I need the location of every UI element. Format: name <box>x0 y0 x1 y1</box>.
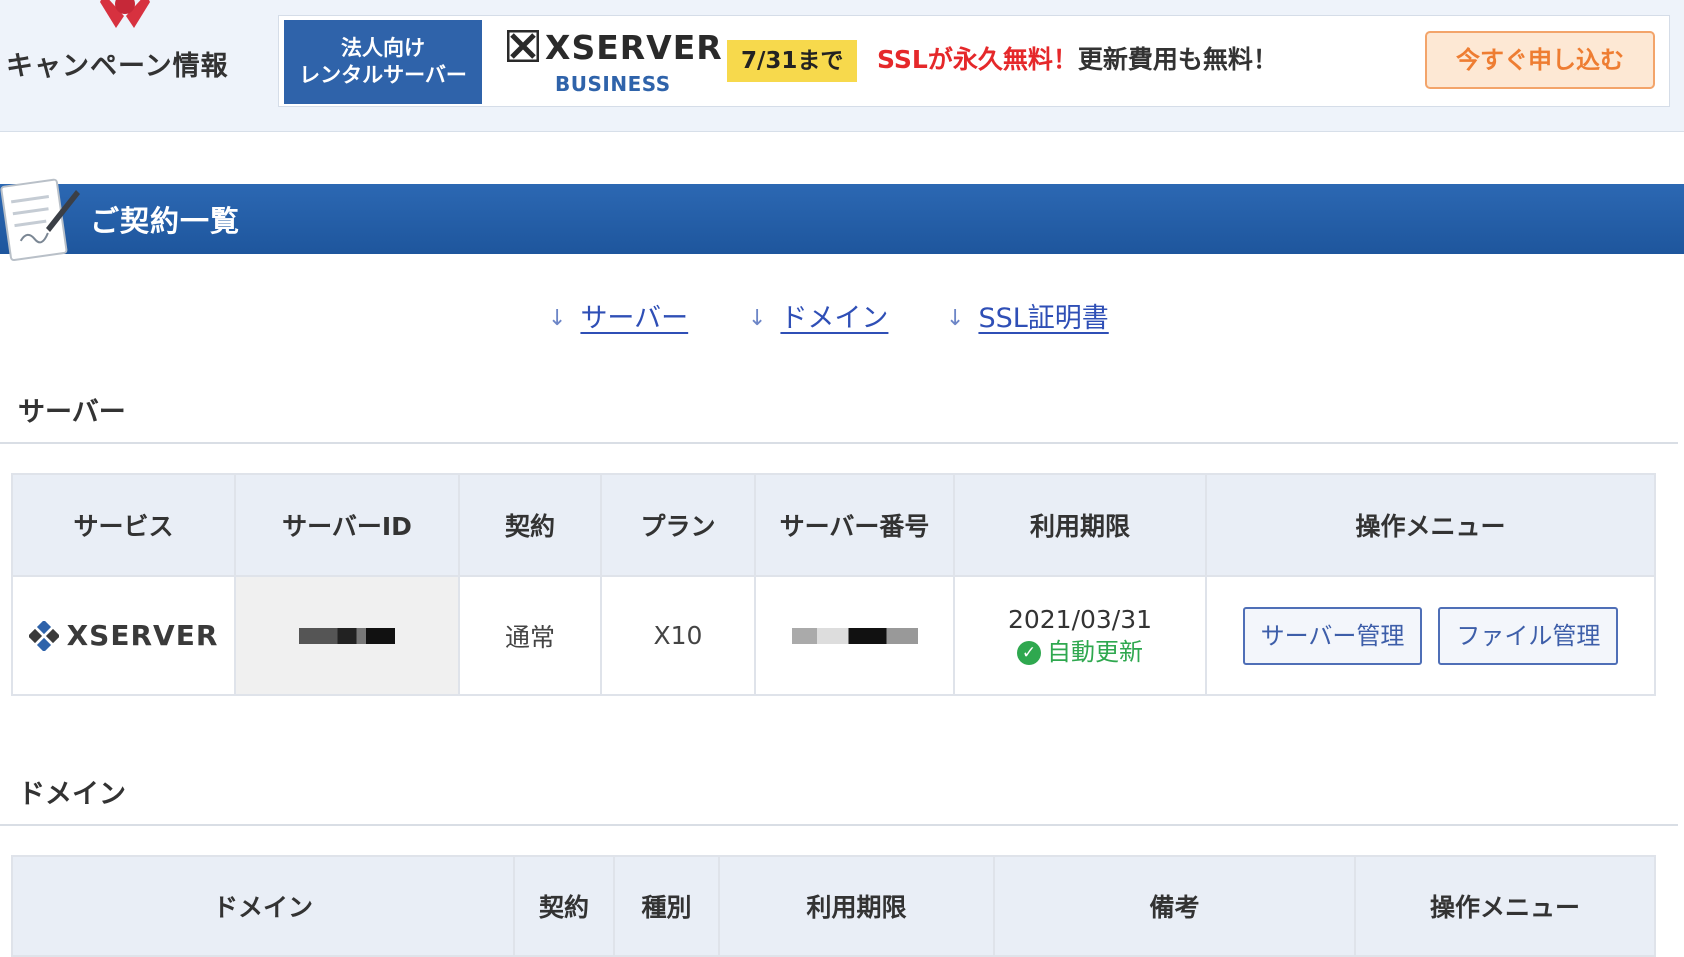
banner-tag-line2: レンタルサーバー <box>299 63 467 87</box>
service-cell: XSERVER <box>11 575 236 696</box>
column-header: ドメイン <box>11 855 515 957</box>
campaign-area: キャンペーン情報 法人向け レンタルサーバー XSERVER BUSINESS … <box>0 0 1684 132</box>
column-header: 契約 <box>458 473 602 577</box>
column-header: プラン <box>600 473 756 577</box>
anchor-link-label[interactable]: SSL証明書 <box>978 303 1108 334</box>
column-header: 契約 <box>513 855 615 957</box>
brand-sub: BUSINESS <box>555 72 671 96</box>
column-header: 利用期限 <box>718 855 995 957</box>
column-header: サービス <box>11 473 236 577</box>
date-badge: 7/31まで <box>727 40 858 82</box>
server-number-cell-masked <box>754 575 955 696</box>
server-section-title: サーバー <box>18 397 126 428</box>
auto-renew-status: ✓ 自動更新 <box>955 636 1205 668</box>
table-row: XSERVER 通常 X10 2021/03/31 ✓ 自動更新 サーバー管理 フ… <box>11 575 1656 696</box>
column-header: 種別 <box>613 855 720 957</box>
xserver-business-logo: XSERVER BUSINESS <box>507 26 722 96</box>
promo-text: SSLが永久無料！更新費用も無料！ <box>877 42 1278 78</box>
service-name: XSERVER <box>66 619 219 652</box>
arrow-down-icon: ↓ <box>748 306 767 331</box>
campaign-label: キャンペーン情報 <box>6 51 229 82</box>
auto-renew-label: 自動更新 <box>1047 637 1143 666</box>
banner-tag-line1: 法人向け <box>341 36 425 60</box>
anchor-link-domain[interactable]: ↓ ドメイン <box>748 296 888 336</box>
promo-dark: 更新費用も無料！ <box>1077 45 1278 74</box>
campaign-banner[interactable]: 法人向け レンタルサーバー XSERVER BUSINESS 7/31まで SS… <box>278 15 1670 107</box>
domain-table: ドメイン 契約 種別 利用期限 備考 操作メニュー <box>11 855 1656 957</box>
expiry-date: 2021/03/31 <box>1007 604 1153 634</box>
apply-now-button[interactable]: 今すぐ申し込む <box>1425 31 1655 89</box>
server-manage-button[interactable]: サーバー管理 <box>1242 606 1423 665</box>
contract-document-icon <box>0 178 80 261</box>
section-divider <box>0 442 1678 444</box>
banner-tag: 法人向け レンタルサーバー <box>284 20 482 104</box>
section-divider <box>0 824 1678 826</box>
contract-cell: 通常 <box>458 575 602 696</box>
column-header: サーバー番号 <box>754 473 955 577</box>
contracts-heading-bar: ご契約一覧 <box>0 184 1684 254</box>
check-circle-icon: ✓ <box>1017 640 1041 665</box>
xserver-x-icon <box>507 30 539 62</box>
operation-menu-cell: サーバー管理 ファイル管理 <box>1205 575 1656 696</box>
server-id-cell-masked <box>234 575 460 696</box>
anchor-link-server[interactable]: ↓ サーバー <box>548 296 688 336</box>
xserver-diamond-icon <box>28 620 59 651</box>
column-header: 利用期限 <box>953 473 1207 577</box>
server-table: サービス サーバーID 契約 プラン サーバー番号 利用期限 操作メニュー XS… <box>11 473 1656 696</box>
redacted-mask <box>299 628 395 644</box>
promo-red: SSLが永久無料！ <box>877 45 1078 74</box>
table-header-row: ドメイン 契約 種別 利用期限 備考 操作メニュー <box>11 855 1656 957</box>
page-title: ご契約一覧 <box>90 204 241 238</box>
anchor-link-label[interactable]: ドメイン <box>780 303 888 334</box>
ribbon-icon <box>100 0 150 28</box>
brand-word: XSERVER <box>545 28 723 67</box>
column-header: サーバーID <box>234 473 460 577</box>
anchor-link-label[interactable]: サーバー <box>580 303 688 334</box>
plan-cell: X10 <box>600 575 756 696</box>
anchor-link-ssl[interactable]: ↓ SSL証明書 <box>946 296 1109 336</box>
file-manage-button[interactable]: ファイル管理 <box>1438 606 1619 665</box>
column-header: 操作メニュー <box>1205 473 1656 577</box>
domain-section-title: ドメイン <box>18 779 126 810</box>
table-header-row: サービス サーバーID 契約 プラン サーバー番号 利用期限 操作メニュー <box>11 473 1656 577</box>
xserver-logo: XSERVER <box>13 619 234 652</box>
redacted-mask <box>791 628 918 644</box>
column-header: 操作メニュー <box>1354 855 1656 957</box>
arrow-down-icon: ↓ <box>946 306 965 331</box>
arrow-down-icon: ↓ <box>548 306 567 331</box>
expiry-cell: 2021/03/31 ✓ 自動更新 <box>953 575 1207 696</box>
column-header: 備考 <box>993 855 1356 957</box>
